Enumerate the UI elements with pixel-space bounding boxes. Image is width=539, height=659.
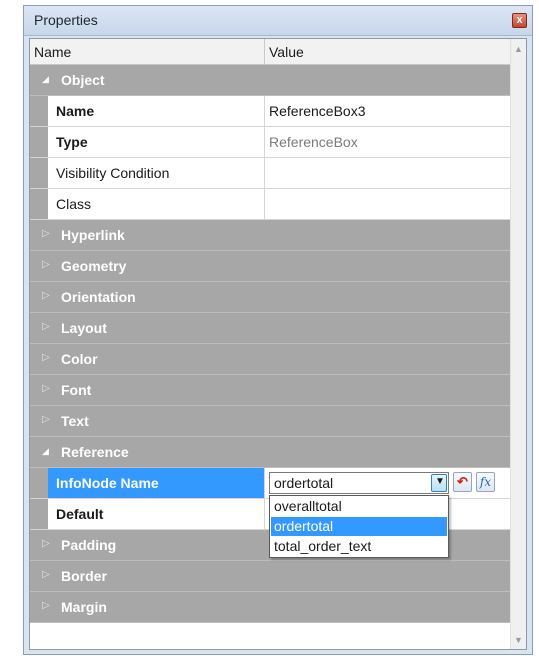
row-gutter bbox=[30, 499, 48, 529]
reset-undo-icon[interactable]: ↶ bbox=[453, 472, 472, 492]
column-separator bbox=[264, 468, 265, 498]
category-object[interactable]: ◢ Object bbox=[30, 65, 510, 96]
property-name: Class bbox=[56, 196, 92, 212]
chevron-down-icon: ▼ bbox=[435, 476, 445, 487]
collapsed-triangle-icon[interactable]: ▷ bbox=[42, 321, 50, 332]
property-row-name[interactable]: Name ReferenceBox3 bbox=[30, 96, 510, 127]
dropdown-option-total-order-text[interactable]: total_order_text bbox=[271, 537, 447, 556]
formula-fx-icon[interactable]: fx bbox=[476, 472, 495, 492]
row-gutter bbox=[30, 96, 48, 126]
property-value[interactable]: ReferenceBox3 bbox=[269, 103, 366, 119]
dropdown-option-overalltotal[interactable]: overalltotal bbox=[271, 497, 447, 516]
category-border[interactable]: ▷ Border bbox=[30, 561, 510, 592]
property-row-type[interactable]: Type ReferenceBox bbox=[30, 127, 510, 158]
header-separator[interactable] bbox=[264, 39, 265, 65]
vertical-scrollbar[interactable]: ▲ ▼ bbox=[510, 39, 526, 649]
combo-dropdown-button[interactable]: ▼ bbox=[431, 474, 447, 492]
category-font[interactable]: ▷ Font bbox=[30, 375, 510, 406]
infonode-name-dropdown-list[interactable]: overalltotal ordertotal total_order_text bbox=[269, 495, 449, 558]
collapsed-triangle-icon[interactable]: ▷ bbox=[42, 600, 50, 611]
header-value: Value bbox=[269, 44, 304, 60]
property-name: Name bbox=[56, 103, 95, 119]
expanded-triangle-icon[interactable]: ◢ bbox=[42, 446, 49, 457]
category-label: Object bbox=[61, 72, 105, 88]
category-text[interactable]: ▷ Text bbox=[30, 406, 510, 437]
category-label: Margin bbox=[61, 599, 107, 615]
combo-value: ordertotal bbox=[274, 475, 334, 491]
column-separator bbox=[264, 96, 265, 126]
category-label: Hyperlink bbox=[61, 227, 125, 243]
header-name: Name bbox=[34, 44, 72, 60]
category-reference[interactable]: ◢ Reference bbox=[30, 437, 510, 468]
row-gutter bbox=[30, 127, 48, 157]
property-row-class[interactable]: Class bbox=[30, 189, 510, 220]
column-separator bbox=[264, 158, 265, 188]
row-gutter bbox=[30, 158, 48, 188]
close-icon: x bbox=[516, 14, 523, 26]
category-color[interactable]: ▷ Color bbox=[30, 344, 510, 375]
category-label: Orientation bbox=[61, 289, 136, 305]
property-name: Default bbox=[56, 506, 104, 522]
property-name: InfoNode Name bbox=[56, 475, 159, 491]
expanded-triangle-icon[interactable]: ◢ bbox=[42, 74, 49, 85]
collapsed-triangle-icon[interactable]: ▷ bbox=[42, 569, 50, 580]
category-label: Color bbox=[61, 351, 98, 367]
collapsed-triangle-icon[interactable]: ▷ bbox=[42, 259, 50, 270]
category-hyperlink[interactable]: ▷ Hyperlink bbox=[30, 220, 510, 251]
title-bar[interactable]: Properties x bbox=[24, 6, 532, 36]
collapsed-triangle-icon[interactable]: ▷ bbox=[42, 414, 50, 425]
collapsed-triangle-icon[interactable]: ▷ bbox=[42, 383, 50, 394]
category-label: Border bbox=[61, 568, 107, 584]
dropdown-option-ordertotal[interactable]: ordertotal bbox=[271, 517, 447, 536]
category-label: Layout bbox=[61, 320, 107, 336]
category-label: Geometry bbox=[61, 258, 127, 274]
column-separator bbox=[264, 499, 265, 529]
row-gutter bbox=[30, 468, 48, 498]
scroll-up-icon[interactable]: ▲ bbox=[514, 44, 523, 54]
property-grid: Name Value ◢ Object Name ReferenceBox3 Type R… bbox=[30, 39, 510, 649]
property-grid-panel: Name Value ◢ Object Name ReferenceBox3 Type R… bbox=[29, 38, 527, 650]
property-row-visibility-condition[interactable]: Visibility Condition bbox=[30, 158, 510, 189]
category-label: Reference bbox=[61, 444, 129, 460]
scroll-down-icon[interactable]: ▼ bbox=[514, 635, 523, 645]
properties-window: Properties x Name Value ◢ Object Name Refer… bbox=[23, 5, 533, 655]
collapsed-triangle-icon[interactable]: ▷ bbox=[42, 352, 50, 363]
property-value[interactable]: ReferenceBox bbox=[269, 134, 358, 150]
row-gutter bbox=[30, 189, 48, 219]
category-geometry[interactable]: ▷ Geometry bbox=[30, 251, 510, 282]
column-separator bbox=[264, 189, 265, 219]
category-orientation[interactable]: ▷ Orientation bbox=[30, 282, 510, 313]
collapsed-triangle-icon[interactable]: ▷ bbox=[42, 538, 50, 549]
category-margin[interactable]: ▷ Margin bbox=[30, 592, 510, 623]
column-separator bbox=[264, 127, 265, 157]
collapsed-triangle-icon[interactable]: ▷ bbox=[42, 228, 50, 239]
window-title: Properties bbox=[34, 12, 98, 28]
collapsed-triangle-icon[interactable]: ▷ bbox=[42, 290, 50, 301]
category-label: Padding bbox=[61, 537, 117, 553]
property-name: Type bbox=[56, 134, 88, 150]
category-layout[interactable]: ▷ Layout bbox=[30, 313, 510, 344]
grid-header: Name Value bbox=[30, 39, 510, 65]
category-label: Text bbox=[61, 413, 89, 429]
app-frame: Properties x Name Value ◢ Object Name Refer… bbox=[0, 0, 539, 659]
property-name: Visibility Condition bbox=[56, 165, 170, 181]
category-label: Font bbox=[61, 382, 92, 398]
infonode-name-combo[interactable]: ordertotal ▼ bbox=[269, 472, 449, 494]
close-button[interactable]: x bbox=[512, 13, 527, 28]
